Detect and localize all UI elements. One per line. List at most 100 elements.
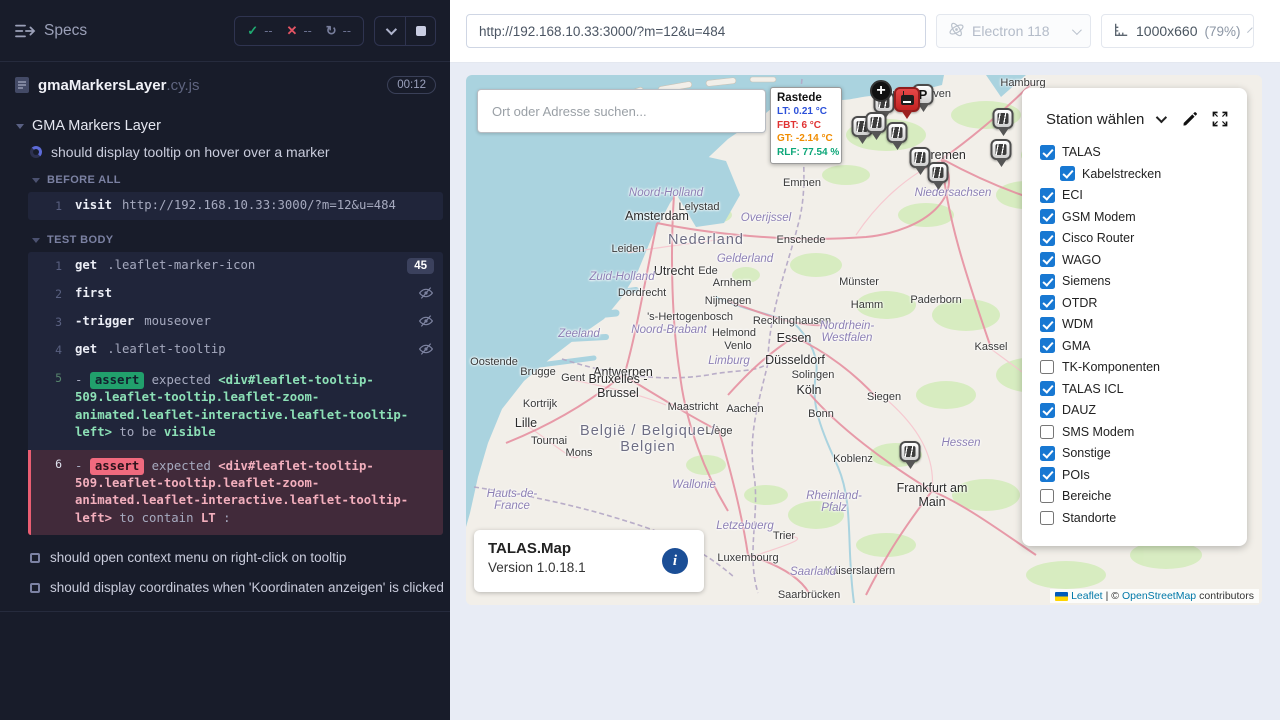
station-row-tk-komponenten[interactable]: TK-Komponenten [1040, 359, 1229, 375]
command-first[interactable]: 2first [28, 280, 443, 308]
station-select-label[interactable]: Station wählen [1046, 111, 1144, 128]
station-row-pois[interactable]: POIs [1040, 467, 1229, 483]
station-row-cisco-router[interactable]: Cisco Router [1040, 230, 1229, 246]
station-label: GSM Modem [1062, 210, 1136, 224]
checkbox-unchecked[interactable] [1040, 425, 1054, 439]
station-row-talas-icl[interactable]: TALAS ICL [1040, 381, 1229, 397]
red-pin-head [894, 87, 920, 112]
station-label: Bereiche [1062, 489, 1111, 503]
chevron-down-icon[interactable] [1156, 112, 1167, 123]
command-number: 5 [28, 370, 62, 385]
checkbox-checked[interactable] [1040, 446, 1054, 460]
checkbox-checked[interactable] [1040, 253, 1054, 267]
station-row-wago[interactable]: WAGO [1040, 252, 1229, 268]
info-icon[interactable]: i [662, 548, 688, 574]
station-label: Cisco Router [1062, 231, 1134, 245]
checkbox-unchecked[interactable] [1040, 360, 1054, 374]
gray-pin-head [991, 139, 1012, 160]
checkbox-checked[interactable] [1040, 382, 1054, 396]
expand-fullscreen-icon[interactable] [1211, 110, 1229, 128]
caret-down-icon [32, 238, 40, 243]
station-row-standorte[interactable]: Standorte [1040, 510, 1229, 526]
app-info-card: TALAS.Map Version 1.0.18.1 i [474, 530, 704, 592]
cluster-expand-marker[interactable]: + [870, 80, 892, 102]
map-canvas[interactable]: HamburgBremerhavenBremenEmmenLelystadAms… [466, 75, 1262, 605]
station-row-sonstige[interactable]: Sonstige [1040, 445, 1229, 461]
pending-tests: should open context menu on right-click … [0, 550, 450, 595]
station-row-wdm[interactable]: WDM [1040, 316, 1229, 332]
station-row-gma[interactable]: GMA [1040, 338, 1229, 354]
command-get[interactable]: 4get.leaflet-tooltip [28, 336, 443, 364]
station-label: SMS Modem [1062, 425, 1134, 439]
checkbox-checked[interactable] [1040, 274, 1054, 288]
tooltip-value-row: FBT: 6 °C [777, 119, 835, 133]
checkbox-checked[interactable] [1040, 210, 1054, 224]
command-visit[interactable]: 1visithttp://192.168.10.33:3000/?m=12&u=… [28, 192, 443, 220]
map-search-box[interactable] [477, 89, 766, 133]
hook-before-all[interactable]: BEFORE ALL [32, 174, 450, 186]
checkbox-checked[interactable] [1040, 296, 1054, 310]
marker-station-pin[interactable] [900, 441, 921, 470]
pending-test-icon [30, 583, 40, 593]
rack-icon [998, 113, 1009, 124]
specs-title[interactable]: Specs [44, 22, 87, 40]
openstreetmap-link[interactable]: OpenStreetMap [1122, 590, 1196, 602]
checkbox-checked[interactable] [1040, 231, 1054, 245]
checkbox-checked[interactable] [1040, 403, 1054, 417]
pending-test-icon [30, 553, 40, 563]
pending-test[interactable]: should display coordinates when 'Koordin… [30, 580, 450, 595]
marker-station-pin[interactable] [993, 108, 1014, 137]
refresh-icon: ↻ [326, 23, 337, 39]
rack-icon [933, 167, 944, 178]
test-title: should display tooltip on hover over a m… [51, 144, 330, 160]
station-row-talas[interactable]: TALAS [1040, 144, 1229, 160]
stat-pending: ↻-- [326, 23, 351, 39]
command-trigger[interactable]: 3-triggermouseover [28, 308, 443, 336]
collapse-all-button[interactable] [375, 17, 405, 45]
station-row-dauz[interactable]: DAUZ [1040, 402, 1229, 418]
checkbox-unchecked[interactable] [1040, 489, 1054, 503]
stop-run-button[interactable] [405, 17, 435, 45]
address-bar[interactable] [466, 14, 926, 48]
stat-failed: ✕-- [287, 23, 312, 39]
checkbox-checked[interactable] [1060, 167, 1074, 181]
station-row-kabelstrecken[interactable]: Kabelstrecken [1040, 166, 1229, 182]
marker-station-pin[interactable] [991, 139, 1012, 168]
pending-test[interactable]: should open context menu on right-click … [30, 550, 450, 565]
browser-selector[interactable]: Electron 118 [936, 14, 1091, 48]
checkbox-checked[interactable] [1040, 339, 1054, 353]
leaflet-link[interactable]: Leaflet [1071, 590, 1103, 602]
spec-file-name: gmaMarkersLayer [38, 77, 166, 94]
hook-test-body[interactable]: TEST BODY [32, 234, 450, 246]
checkbox-checked[interactable] [1040, 468, 1054, 482]
marker-station-pin[interactable] [866, 112, 887, 141]
assert-message: - assert expected <div#leaflet-tooltip-5… [75, 370, 434, 444]
spec-file-row[interactable]: gmaMarkersLayer .cy.js 00:12 [0, 62, 450, 108]
suite-gma-markers-layer[interactable]: GMA Markers Layer [16, 118, 450, 134]
viewport-selector[interactable]: 1000x660 (79%) [1101, 14, 1254, 48]
edit-pencil-icon[interactable] [1181, 110, 1199, 128]
checkbox-checked[interactable] [1040, 317, 1054, 331]
checkbox-checked[interactable] [1040, 188, 1054, 202]
checkbox-checked[interactable] [1040, 145, 1054, 159]
test-active[interactable]: should display tooltip on hover over a m… [30, 144, 450, 160]
rack-icon [871, 117, 882, 128]
checkbox-unchecked[interactable] [1040, 511, 1054, 525]
command-get[interactable]: 1get.leaflet-marker-icon45 [28, 252, 443, 280]
station-row-siemens[interactable]: Siemens [1040, 273, 1229, 289]
marker-alarm-pin[interactable] [894, 87, 920, 122]
marker-tooltip[interactable]: Rastede LT: 0.21 °CFBT: 6 °CGT: -2.14 °C… [770, 87, 842, 164]
station-row-otdr[interactable]: OTDR [1040, 295, 1229, 311]
assert-passed[interactable]: 5 - assert expected <div#leaflet-tooltip-… [28, 364, 443, 450]
search-input[interactable] [478, 104, 765, 119]
command-method: get [75, 342, 97, 356]
station-row-bereiche[interactable]: Bereiche [1040, 488, 1229, 504]
assert-failed[interactable]: 6- assert expected <div#leaflet-tooltip-… [28, 450, 443, 536]
marker-station-pin[interactable] [887, 122, 908, 151]
station-row-gsm-modem[interactable]: GSM Modem [1040, 209, 1229, 225]
station-row-sms-modem[interactable]: SMS Modem [1040, 424, 1229, 440]
station-panel-header: Station wählen [1040, 110, 1229, 128]
marker-station-pin[interactable] [928, 162, 949, 191]
specs-menu-icon[interactable] [14, 22, 36, 40]
station-row-eci[interactable]: ECI [1040, 187, 1229, 203]
